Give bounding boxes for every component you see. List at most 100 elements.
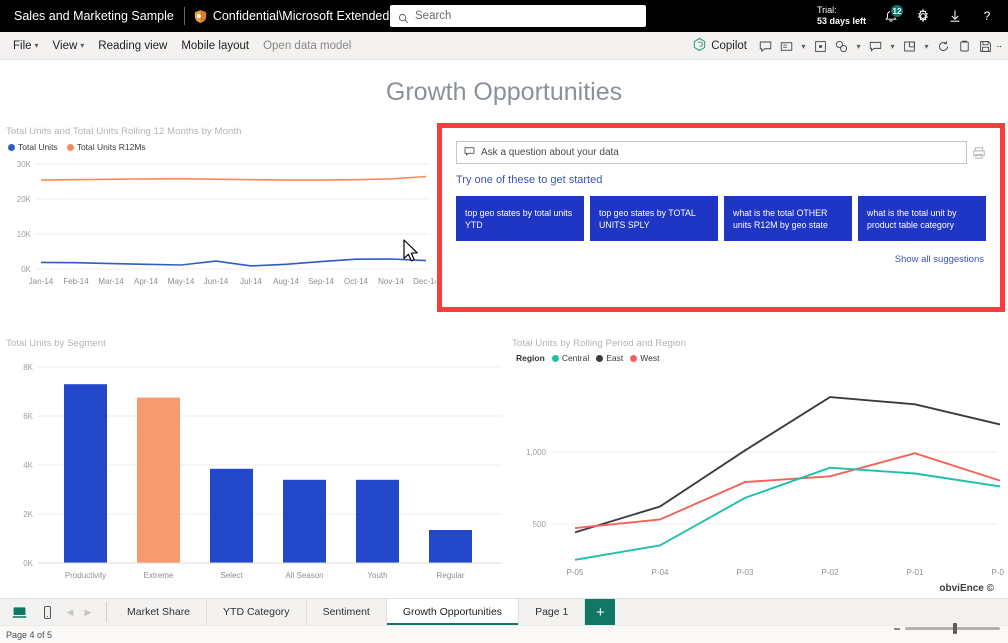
menu-item-reading-view[interactable]: Reading view (91, 36, 174, 56)
report-title[interactable]: Sales and Marketing Sample (8, 9, 182, 23)
page-tab-ytd-category[interactable]: YTD Category (207, 599, 307, 625)
qa-input[interactable] (481, 147, 959, 158)
global-search-box[interactable] (390, 5, 646, 27)
svg-text:1,000: 1,000 (526, 448, 547, 457)
zoom-out-icon[interactable] (894, 628, 900, 630)
duplicate-page-icon[interactable] (954, 34, 975, 58)
add-page-button[interactable]: + (585, 599, 615, 625)
visual-total-units-by-rolling-period-and-region[interactable]: Total Units by Rolling Period and Region… (512, 338, 1004, 590)
svg-text:6K: 6K (23, 412, 33, 421)
settings-button[interactable] (908, 1, 938, 31)
zoom-slider-thumb[interactable] (953, 623, 957, 634)
svg-text:20K: 20K (17, 195, 32, 204)
visual-total-units-rolling-12-months[interactable]: Total Units and Total Units Rolling 12 M… (6, 126, 436, 291)
chevron-down-icon[interactable]: ▾ (886, 42, 899, 51)
qa-visual-highlighted[interactable]: Try one of these to get started top geo … (437, 123, 1005, 312)
svg-text:0K: 0K (21, 265, 31, 274)
svg-text:Aug-14: Aug-14 (273, 277, 299, 286)
qa-suggestion-3[interactable]: what is the total OTHER units R12M by ge… (724, 196, 852, 241)
svg-text:Sep-14: Sep-14 (308, 277, 334, 286)
previous-page-button[interactable]: ◀ (62, 599, 78, 625)
bars (64, 384, 472, 563)
bar-extreme (137, 398, 180, 563)
svg-text:Regular: Regular (436, 571, 464, 580)
qa-show-all-suggestions-link[interactable]: Show all suggestions (456, 254, 986, 265)
legend-item-total-units-r12ms[interactable]: Total Units R12Ms (67, 142, 146, 152)
zoom-slider-track[interactable] (905, 627, 1000, 630)
top-navigation-bar: Sales and Marketing Sample Confidential\… (0, 0, 1008, 32)
next-page-button[interactable]: ▶ (80, 599, 96, 625)
help-button[interactable]: ? (972, 1, 1002, 31)
legend-item-total-units[interactable]: Total Units (8, 142, 58, 152)
search-input[interactable] (415, 10, 638, 22)
svg-text:Oct-14: Oct-14 (344, 277, 369, 286)
download-button[interactable] (940, 1, 970, 31)
visual-total-units-by-segment[interactable]: Total Units by Segment 8K 6K 4K 2K 0K (6, 338, 506, 590)
svg-text:P-00: P-00 (992, 568, 1004, 577)
more-options-icon[interactable] (996, 34, 1006, 58)
series-line-total-units (41, 259, 426, 266)
qa-suggestion-4[interactable]: what is the total unit by product table … (858, 196, 986, 241)
svg-text:Jul-14: Jul-14 (240, 277, 262, 286)
legend-item-east[interactable]: East (596, 353, 623, 363)
chat-in-teams-icon[interactable] (865, 34, 886, 58)
mobile-view-icon[interactable] (34, 599, 60, 625)
chevron-down-icon: ▾ (35, 41, 39, 50)
zoom-control (894, 627, 1000, 630)
chevron-down-icon[interactable]: ▾ (920, 42, 933, 51)
svg-text:Jun-14: Jun-14 (204, 277, 229, 286)
menu-item-view[interactable]: View▾ (46, 36, 92, 56)
page-tab-market-share[interactable]: Market Share (111, 599, 207, 625)
desktop-view-icon[interactable] (6, 599, 32, 625)
comment-icon[interactable] (755, 34, 776, 58)
svg-text:P-05: P-05 (567, 568, 584, 577)
chevron-down-icon[interactable]: ▾ (852, 42, 865, 51)
menu-item-file[interactable]: File▾ (6, 36, 46, 56)
sensitivity-shield-icon (193, 9, 208, 24)
svg-text:Apr-14: Apr-14 (134, 277, 159, 286)
series-line-east (575, 397, 1000, 532)
legend-title: Region (516, 353, 545, 363)
menu-item-open-data-model[interactable]: Open data model (256, 36, 358, 56)
title-divider (184, 7, 185, 25)
visual-title: Total Units and Total Units Rolling 12 M… (6, 126, 436, 137)
copilot-button[interactable]: Copilot (684, 34, 755, 58)
svg-text:4K: 4K (23, 461, 33, 470)
series-line-west (575, 453, 1000, 528)
svg-text:P-04: P-04 (652, 568, 669, 577)
chevron-down-icon: ▾ (80, 41, 84, 50)
refresh-icon[interactable] (933, 34, 954, 58)
page-tab-page-1[interactable]: Page 1 (519, 599, 585, 625)
svg-text:Feb-14: Feb-14 (63, 277, 89, 286)
chevron-down-icon[interactable]: ▾ (797, 42, 810, 51)
bookmark-icon[interactable] (810, 34, 831, 58)
save-icon[interactable] (975, 34, 996, 58)
svg-text:Jan-14: Jan-14 (29, 277, 54, 286)
page-tab-growth-opportunities[interactable]: Growth Opportunities (387, 599, 519, 625)
qa-suggestion-list: top geo states by total units YTD top ge… (456, 196, 986, 241)
report-canvas: Growth Opportunities Total Units and Tot… (0, 61, 1008, 598)
svg-text:All Season: All Season (285, 571, 323, 580)
qa-suggestion-1[interactable]: top geo states by total units YTD (456, 196, 584, 241)
legend-item-central[interactable]: Central (552, 353, 589, 363)
page-tab-bar: ◀ ▶ Market Share YTD Category Sentiment … (0, 598, 1008, 625)
export-icon[interactable] (899, 34, 920, 58)
menu-item-mobile-layout[interactable]: Mobile layout (174, 36, 256, 56)
subscribe-icon[interactable] (776, 34, 797, 58)
qa-print-icon[interactable] (972, 146, 986, 160)
y-axis-labels: 8K 6K 4K 2K 0K (23, 363, 33, 568)
bar-youth (356, 480, 399, 563)
svg-text:Select: Select (220, 571, 243, 580)
legend-swatch-icon (630, 355, 637, 362)
trial-status: Trial: 53 days left (809, 5, 874, 27)
page-tab-sentiment[interactable]: Sentiment (307, 599, 387, 625)
notifications-button[interactable]: 12 (876, 1, 906, 31)
qa-try-label: Try one of these to get started (456, 174, 986, 186)
qa-suggestion-2[interactable]: top geo states by TOTAL UNITS SPLY (590, 196, 718, 241)
legend-item-west[interactable]: West (630, 353, 659, 363)
sensitivity-label-button[interactable]: Confidential\Microsoft Extended ⌄ (187, 9, 411, 24)
y-axis-labels: 30K 20K 10K 0K (17, 160, 32, 274)
y-axis-labels: 1,000 500 (526, 448, 547, 529)
share-icon[interactable] (831, 34, 852, 58)
qa-question-box[interactable] (456, 141, 967, 164)
